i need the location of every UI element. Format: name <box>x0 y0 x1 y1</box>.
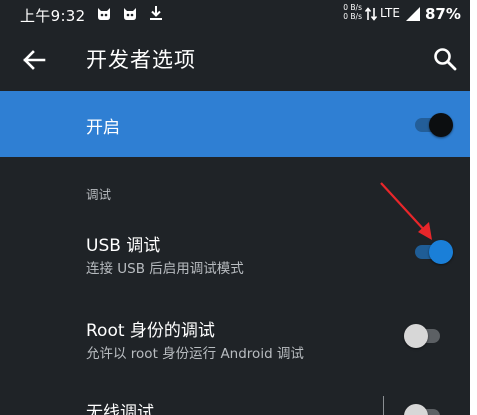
root-debugging-switch[interactable] <box>404 323 442 349</box>
usb-debugging-switch[interactable] <box>415 239 453 265</box>
root-debugging-title: Root 身份的调试 <box>86 321 215 341</box>
page-title: 开发者选项 <box>86 48 196 72</box>
back-arrow-icon[interactable] <box>20 46 48 74</box>
network-arrows-icon <box>365 7 377 21</box>
usb-debugging-switch-thumb <box>429 240 453 264</box>
annotation-arrow-shaft <box>380 182 427 233</box>
status-bar: 上午9:32 0 B/s 0 B/s LTE 87% <box>0 0 470 30</box>
root-debugging-switch-thumb <box>404 324 428 348</box>
master-switch[interactable] <box>415 112 453 138</box>
root-debugging-summary: 允许以 root 身份运行 Android 调试 <box>86 346 304 362</box>
toolbar: 开发者选项 <box>0 30 470 88</box>
upload-speed: 0 B/s <box>343 3 362 12</box>
annotation-arrow-head <box>418 222 432 240</box>
search-icon[interactable] <box>432 46 458 72</box>
wireless-debugging-divider <box>383 396 384 415</box>
screenshot-edge <box>470 0 477 415</box>
network-type: LTE <box>380 6 400 20</box>
wireless-debugging-title: 无线调试 <box>86 403 154 415</box>
battery-level: 87% <box>425 5 461 23</box>
download-speed: 0 B/s <box>343 12 362 21</box>
signal-icon <box>406 7 420 21</box>
wireless-debugging-switch[interactable] <box>404 403 442 415</box>
usb-debugging-summary: 连接 USB 后启用调试模式 <box>86 261 244 277</box>
section-header-debug: 调试 <box>86 187 112 202</box>
master-switch-row[interactable]: 开启 <box>0 91 470 157</box>
wireless-debugging-switch-thumb <box>404 404 428 415</box>
download-icon <box>150 6 162 20</box>
master-switch-label: 开启 <box>86 118 120 138</box>
cat-face-icon <box>124 8 136 20</box>
usb-debugging-title: USB 调试 <box>86 236 161 256</box>
cat-face-icon <box>98 8 110 20</box>
screen: 上午9:32 0 B/s 0 B/s LTE 87% 开发者选项 开启 调试 U… <box>0 0 470 415</box>
status-time: 上午9:32 <box>20 7 86 25</box>
network-speed: 0 B/s 0 B/s <box>340 3 362 21</box>
master-switch-thumb <box>429 113 453 137</box>
